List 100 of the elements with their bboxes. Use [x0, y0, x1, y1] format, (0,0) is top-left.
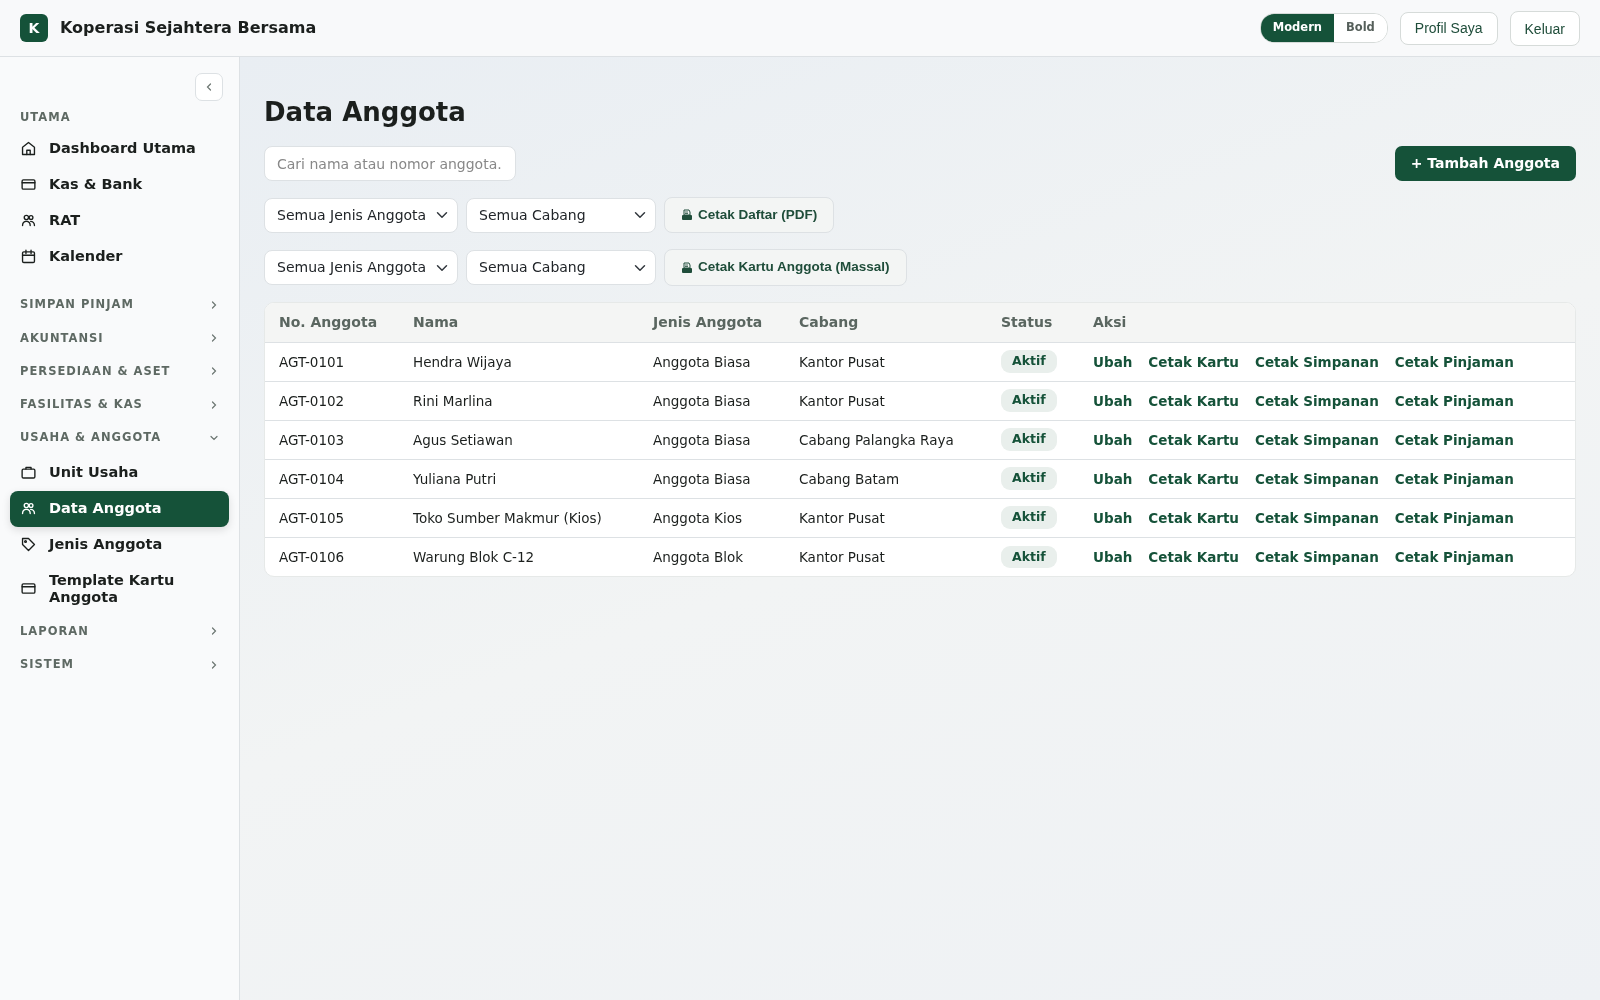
table-cell: Rini Marlina	[399, 381, 639, 421]
branch-select[interactable]: Semua Cabang	[466, 197, 656, 233]
app-title: Koperasi Sejahtera Bersama	[60, 17, 317, 39]
column-header: Nama	[399, 302, 639, 343]
table-cell: Agus Setiawan	[399, 420, 639, 460]
chevron-icon	[209, 366, 219, 377]
sidebar-item[interactable]: Kas & Bank	[10, 166, 229, 203]
section-toggle[interactable]: FASILITAS & KAS	[10, 388, 229, 422]
sidebar-item[interactable]: Template Kartu Anggota	[10, 562, 229, 615]
table-cell: AGT-0106	[265, 537, 399, 577]
action-link[interactable]: Cetak Pinjaman	[1394, 546, 1514, 568]
sidebar-item[interactable]: Kalender	[10, 238, 229, 275]
column-header: Jenis Anggota	[639, 302, 785, 343]
action-link[interactable]: Ubah	[1093, 351, 1133, 372]
table-cell: Anggota Kios	[639, 498, 785, 538]
action-link[interactable]: Cetak Kartu	[1148, 546, 1239, 568]
table-cell: Anggota Biasa	[639, 381, 785, 421]
action-link[interactable]: Cetak Pinjaman	[1394, 390, 1514, 411]
status-badge: Aktif	[1001, 467, 1057, 491]
status-badge: Aktif	[1001, 389, 1057, 413]
table-cell: Warung Blok C-12	[399, 537, 639, 577]
table-cell: Anggota Biasa	[639, 420, 785, 460]
sidebar-item[interactable]: Unit Usaha	[10, 454, 229, 491]
action-link[interactable]: Cetak Kartu	[1148, 468, 1239, 489]
action-link[interactable]: Cetak Pinjaman	[1394, 507, 1514, 528]
table-cell: Kantor Pusat	[785, 498, 987, 538]
table-cell: Cabang Palangka Raya	[785, 420, 987, 460]
sidebar-item[interactable]: Data Anggota	[10, 490, 229, 527]
printer-icon	[681, 261, 693, 274]
people-icon	[20, 500, 37, 517]
action-link[interactable]: Cetak Pinjaman	[1394, 351, 1514, 372]
section-toggle[interactable]: USAHA & ANGGOTA	[10, 421, 229, 455]
collapse-button[interactable]	[195, 73, 223, 101]
search-field[interactable]: Cari nama atau nomor anggota.	[264, 146, 516, 182]
action-link[interactable]: Ubah	[1093, 507, 1133, 528]
member-type-select[interactable]: Semua Jenis Anggota	[264, 250, 458, 286]
table-cell: Kantor Pusat	[785, 381, 987, 421]
action-link[interactable]: Cetak Pinjaman	[1394, 468, 1514, 489]
table-cell: AGT-0103	[265, 420, 399, 460]
column-header: Aksi	[1079, 302, 1575, 343]
column-header: Status	[987, 302, 1079, 343]
column-header: Cabang	[785, 302, 987, 343]
table-cell: AGT-0105	[265, 498, 399, 538]
status-badge: Aktif	[1001, 545, 1057, 569]
briefcase-icon	[20, 464, 37, 481]
action-link[interactable]: Cetak Simpanan	[1254, 507, 1379, 528]
action-link[interactable]: Cetak Kartu	[1148, 351, 1239, 372]
section-toggle[interactable]: SISTEM	[10, 648, 229, 682]
action-link[interactable]: Cetak Kartu	[1148, 429, 1239, 450]
table-cell: Cabang Batam	[785, 459, 987, 499]
action-link[interactable]: Ubah	[1093, 468, 1133, 489]
sidebar-item[interactable]: RAT	[10, 202, 229, 239]
print-button[interactable]: Cetak Kartu Anggota (Massal)	[664, 249, 907, 286]
table-cell: Anggota Biasa	[639, 342, 785, 382]
table-cell: Toko Sumber Makmur (Kios)	[399, 498, 639, 538]
status-badge: Aktif	[1001, 350, 1057, 374]
action-link[interactable]: Cetak Simpanan	[1254, 546, 1379, 568]
chevron-icon	[209, 399, 219, 410]
section-toggle[interactable]: LAPORAN	[10, 614, 229, 649]
action-link[interactable]: Cetak Kartu	[1148, 507, 1239, 528]
section-toggle[interactable]: AKUNTANSI	[10, 321, 229, 355]
action-link[interactable]: Ubah	[1093, 429, 1133, 450]
chevron-icon	[209, 626, 219, 637]
chevron-icon	[209, 659, 219, 670]
print-button[interactable]: Cetak Daftar (PDF)	[664, 197, 835, 234]
member-type-select[interactable]: Semua Jenis Anggota	[264, 197, 458, 233]
table-cell: Yuliana Putri	[399, 459, 639, 499]
column-header: No. Anggota	[265, 302, 399, 343]
sidebar-item[interactable]: Dashboard Utama	[10, 130, 229, 167]
profile-button[interactable]: Profil Saya	[1399, 11, 1498, 45]
status-badge: Aktif	[1001, 428, 1057, 452]
chevron-icon	[209, 299, 219, 310]
section-title: UTAMA	[19, 109, 72, 126]
theme-option[interactable]: Modern	[1260, 14, 1334, 42]
add-member-button[interactable]: + Tambah Anggota	[1394, 146, 1576, 182]
table-cell: Anggota Blok	[639, 537, 785, 577]
action-link[interactable]: Cetak Kartu	[1148, 390, 1239, 411]
page-title: Data Anggota	[264, 97, 467, 129]
table-cell: Hendra Wijaya	[399, 342, 639, 382]
sidebar-item[interactable]: Jenis Anggota	[10, 526, 229, 563]
section-toggle[interactable]: SIMPAN PINJAM	[10, 288, 229, 322]
branch-select[interactable]: Semua Cabang	[466, 250, 656, 286]
table-cell: AGT-0101	[265, 342, 399, 382]
action-link[interactable]: Cetak Simpanan	[1254, 468, 1379, 489]
action-link[interactable]: Cetak Simpanan	[1254, 429, 1379, 450]
section-toggle[interactable]: PERSEDIAAN & ASET	[10, 354, 229, 388]
table-cell: AGT-0102	[265, 381, 399, 421]
table-cell: Kantor Pusat	[785, 342, 987, 382]
printer-icon	[681, 209, 693, 222]
logout-button[interactable]: Keluar	[1509, 10, 1580, 46]
table-cell: Kantor Pusat	[785, 537, 987, 577]
table-cell: AGT-0104	[265, 459, 399, 499]
action-link[interactable]: Ubah	[1093, 546, 1133, 568]
home-icon	[20, 139, 37, 157]
action-link[interactable]: Cetak Simpanan	[1254, 351, 1379, 372]
logo: K	[20, 14, 48, 42]
action-link[interactable]: Cetak Pinjaman	[1394, 429, 1514, 450]
calendar-icon	[20, 247, 37, 265]
action-link[interactable]: Cetak Simpanan	[1254, 390, 1379, 411]
action-link[interactable]: Ubah	[1093, 390, 1133, 411]
